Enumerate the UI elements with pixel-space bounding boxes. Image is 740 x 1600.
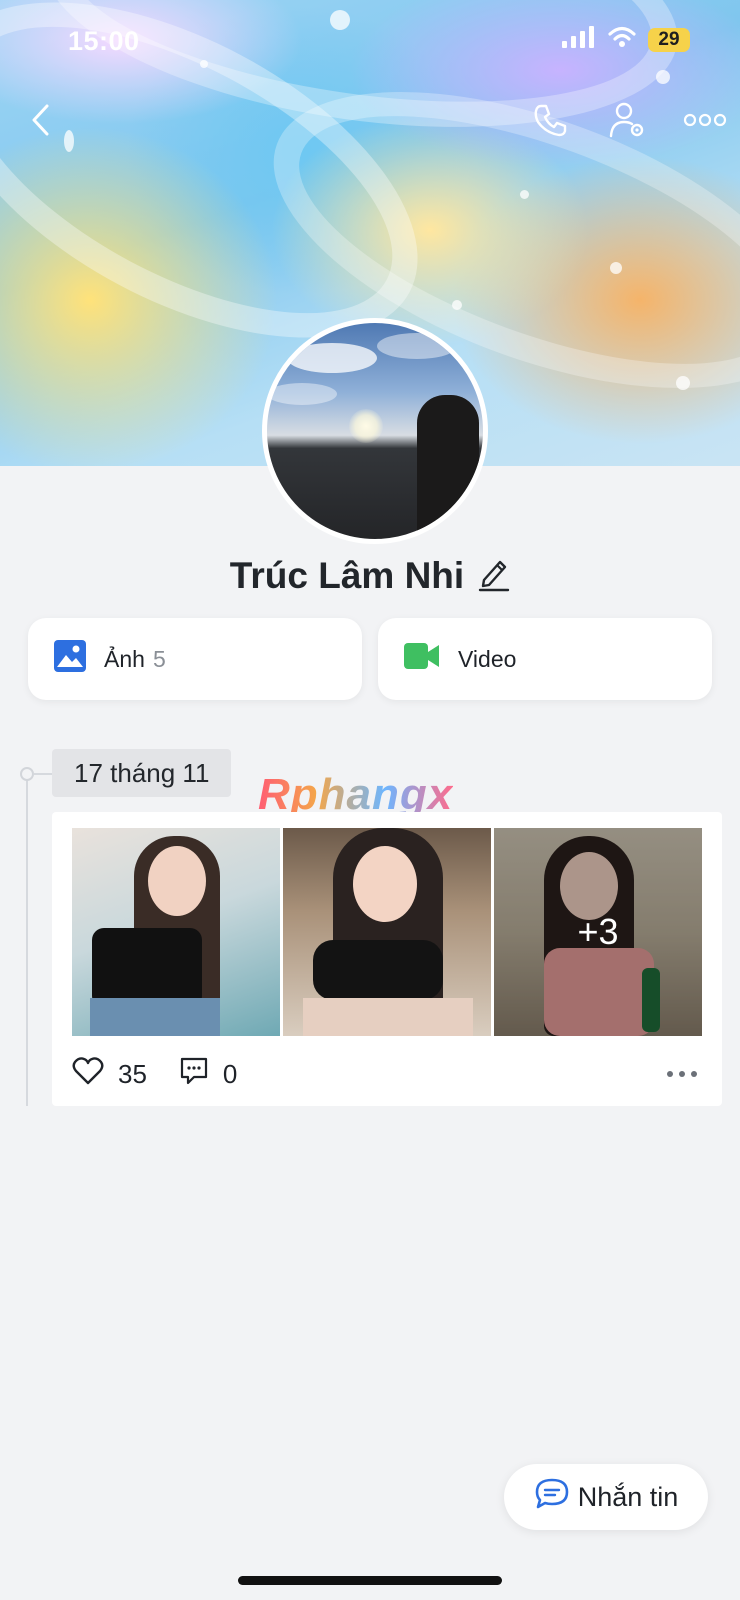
more-icon[interactable]	[678, 96, 732, 144]
dot	[691, 1071, 697, 1077]
photo-grid: +3	[72, 828, 702, 1036]
photos-card[interactable]: Ảnh 5	[28, 618, 362, 700]
profile-topbar	[0, 96, 740, 144]
avatar-sun	[349, 409, 383, 443]
post-card: +3 35 0	[52, 812, 722, 1106]
dot	[679, 1071, 685, 1077]
post-photo[interactable]: +3	[494, 828, 702, 1036]
home-indicator	[238, 1576, 502, 1585]
like-count: 35	[118, 1058, 147, 1089]
post-more-icon[interactable]	[662, 1058, 702, 1090]
avatar-cloud	[377, 333, 457, 359]
timeline-dot	[20, 767, 34, 781]
like-button[interactable]: 35	[72, 1056, 147, 1093]
photo-subject	[353, 846, 417, 922]
photo-subject	[148, 846, 206, 916]
image-icon	[54, 640, 86, 678]
video-icon	[404, 641, 440, 677]
timeline-line	[26, 770, 28, 1106]
avatar-cloud	[287, 343, 377, 373]
post-photo[interactable]	[283, 828, 491, 1036]
avatar[interactable]	[262, 318, 488, 544]
comment-icon	[179, 1056, 209, 1093]
message-button[interactable]: Nhắn tin	[504, 1464, 708, 1530]
photos-count: 5	[152, 645, 166, 672]
post-actions: 35 0	[72, 1052, 702, 1096]
video-label: Video	[458, 645, 517, 672]
pencil-icon[interactable]	[478, 556, 510, 597]
message-label: Nhắn tin	[577, 1481, 679, 1512]
user-settings-icon[interactable]	[604, 96, 652, 144]
video-card[interactable]: Video	[378, 618, 712, 700]
status-time: 15:00	[68, 26, 140, 56]
phone-icon[interactable]	[526, 96, 574, 144]
photo-subject	[92, 928, 202, 1008]
date-chip: 17 tháng 11	[52, 749, 232, 797]
wifi-icon	[608, 26, 636, 53]
photo-subject	[303, 998, 473, 1036]
profile-name-row: Trúc Lâm Nhi	[0, 550, 740, 602]
cover-decoration	[520, 190, 529, 199]
avatar-cloud	[267, 383, 337, 405]
status-indicators: 29	[562, 26, 690, 53]
more-photos-overlay: +3	[494, 828, 702, 1036]
cover-decoration	[676, 376, 690, 390]
avatar-person	[417, 395, 479, 539]
status-bar: 15:00 29	[0, 22, 740, 62]
cover-decoration	[610, 262, 622, 274]
photos-label: Ảnh	[104, 645, 145, 672]
chat-bubble-icon	[534, 1477, 570, 1518]
photos-label-row: Ảnh 5	[104, 646, 166, 673]
signal-icon	[562, 26, 596, 53]
profile-name: Trúc Lâm Nhi	[229, 555, 465, 596]
dot	[667, 1071, 673, 1077]
heart-icon	[72, 1056, 104, 1093]
comment-count: 0	[222, 1058, 238, 1089]
photo-subject	[90, 998, 220, 1036]
comment-button[interactable]: 0	[179, 1056, 237, 1093]
back-icon[interactable]	[16, 96, 64, 144]
cover-decoration	[656, 70, 670, 84]
post-photo[interactable]	[72, 828, 280, 1036]
timeline-connector	[34, 773, 52, 775]
photo-subject	[313, 940, 443, 1000]
battery-icon: 29	[648, 27, 690, 52]
cover-decoration	[452, 300, 462, 310]
